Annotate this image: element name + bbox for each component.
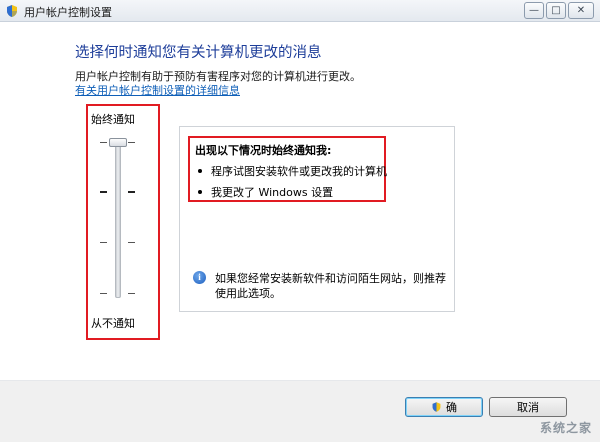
uac-shield-icon (432, 402, 441, 412)
uac-shield-icon (7, 5, 17, 17)
cancel-button[interactable]: 取消 (489, 397, 567, 417)
slider-tick (128, 142, 135, 143)
slider-top-label: 始终通知 (91, 113, 135, 126)
window-title: 用户帐户控制设置 (24, 6, 112, 19)
notification-slider-track[interactable] (115, 140, 121, 298)
slider-tick (100, 142, 107, 143)
slider-tick (128, 242, 135, 243)
page-heading: 选择何时通知您有关计算机更改的消息 (75, 45, 322, 61)
bullet-icon (198, 190, 202, 194)
list-item-text: 程序试图安装软件或更改我的计算机 (211, 165, 387, 178)
title-bar: 用户帐户控制设置 — □ ✕ (0, 0, 600, 22)
info-icon: i (193, 271, 206, 284)
maximize-button[interactable]: □ (546, 2, 566, 19)
recommendation-text: 如果您经常安装新软件和访问陌生网站，则推荐使用此选项。 (215, 272, 446, 300)
ok-button[interactable]: 确 (405, 397, 483, 417)
uac-info-link[interactable]: 有关用户帐户控制设置的详细信息 (75, 82, 240, 98)
slider-tick (128, 293, 135, 294)
list-item-text: 我更改了 Windows 设置 (211, 186, 334, 199)
close-button[interactable]: ✕ (568, 2, 594, 19)
cancel-button-label: 取消 (517, 401, 539, 414)
slider-tick (100, 191, 107, 193)
slider-bottom-label: 从不通知 (91, 317, 135, 330)
slider-tick (100, 293, 107, 294)
bullet-icon (198, 169, 202, 173)
panel-title: 出现以下情况时始终通知我: (195, 144, 332, 157)
slider-thumb[interactable] (109, 138, 127, 147)
slider-tick (100, 242, 107, 243)
window-controls: — □ ✕ (524, 2, 594, 19)
slider-tick (128, 191, 135, 193)
list-item: 程序试图安装软件或更改我的计算机 (198, 163, 387, 179)
list-item: 我更改了 Windows 设置 (198, 184, 333, 200)
ok-button-label: 确 (446, 401, 457, 414)
minimize-button[interactable]: — (524, 2, 544, 19)
watermark-logo: 系统之家 (539, 421, 592, 435)
